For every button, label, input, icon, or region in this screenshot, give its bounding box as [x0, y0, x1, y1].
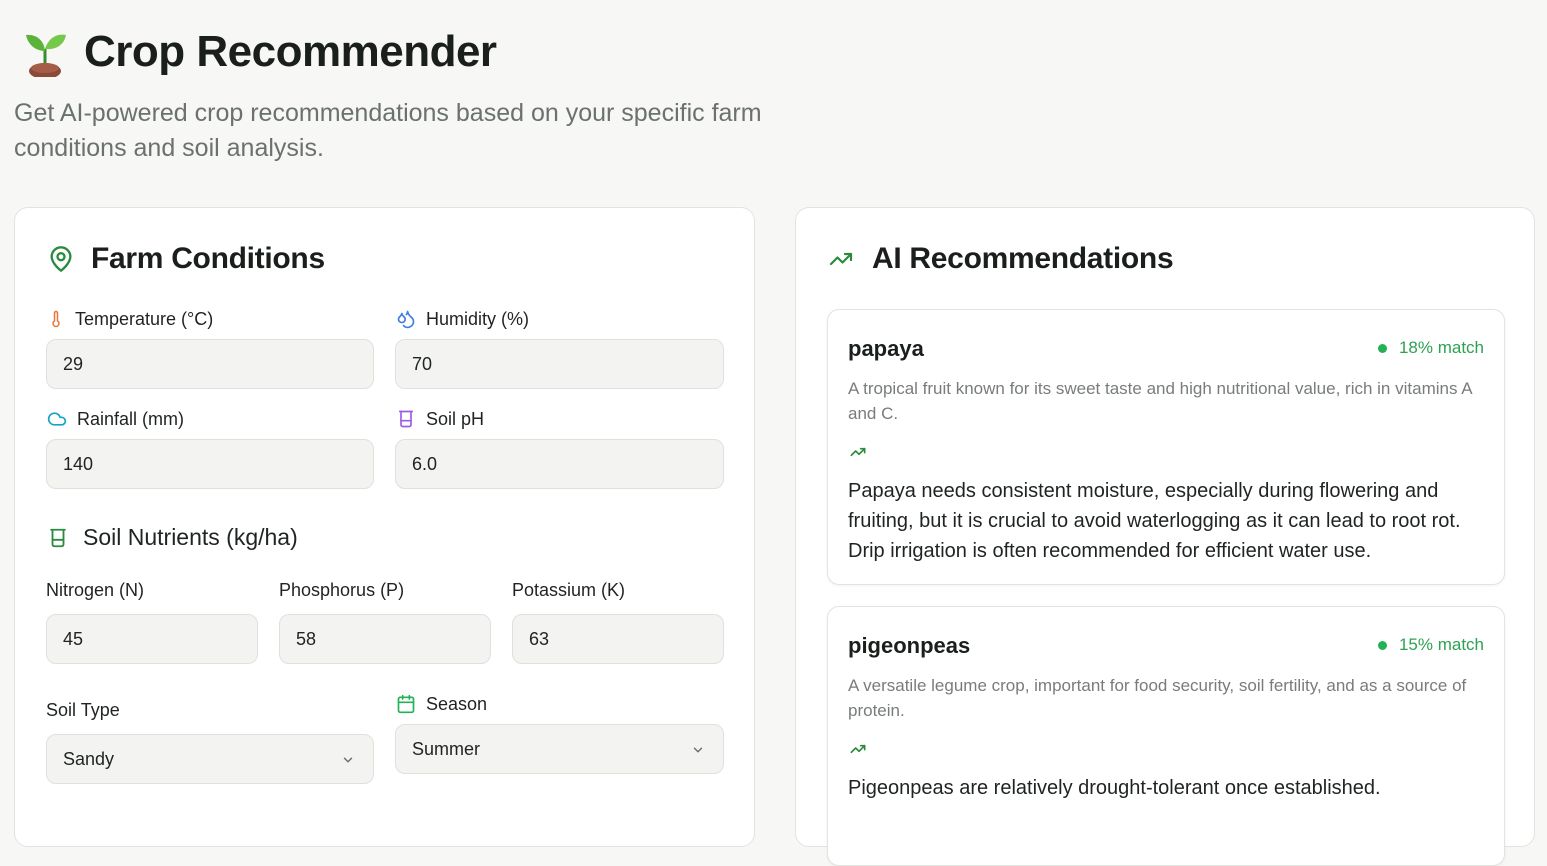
thermometer-icon [52, 310, 60, 328]
crop-name: papaya [848, 336, 924, 361]
match-dot [1377, 343, 1387, 353]
soil-type-select[interactable]: Sandy [46, 734, 374, 784]
recommendation-card[interactable]: pigeonpeas 15% match A versatile legume … [827, 606, 1505, 866]
beaker-icon [50, 528, 66, 547]
soil-type-value: Sandy [63, 748, 115, 769]
nitrogen-label: Nitrogen (N) [46, 579, 145, 600]
match-dot [1377, 640, 1387, 650]
ai-recommendations-card: AI Recommendations papaya 18% match A tr… [795, 207, 1535, 866]
match-badge: 18% match [1377, 338, 1484, 358]
phosphorus-label: Phosphorus (P) [279, 579, 405, 600]
humidity-input[interactable]: 70 [395, 339, 724, 389]
potassium-label: Potassium (K) [512, 579, 626, 600]
cloud-icon [47, 412, 67, 426]
page-header: Crop Recommender Get AI-powered crop rec… [14, 24, 914, 166]
rainfall-input[interactable]: 140 [46, 439, 374, 489]
beaker-icon [398, 410, 414, 428]
trending-up-icon [850, 447, 866, 457]
soil-ph-input[interactable]: 6.0 [395, 439, 724, 489]
crop-description: A versatile legume crop, important for f… [848, 676, 1467, 720]
season-value: Summer [412, 738, 481, 759]
nitrogen-input[interactable]: 45 [46, 614, 258, 664]
droplets-icon [397, 310, 415, 329]
farm-conditions-card: Farm Conditions Temperature (°C) 29 Humi… [14, 207, 755, 847]
temperature-input[interactable]: 29 [46, 339, 374, 389]
season-label: Season [396, 692, 487, 716]
calendar-icon [397, 694, 415, 714]
season-select[interactable]: Summer [395, 724, 724, 774]
chevron-down-icon [343, 757, 353, 763]
soil-ph-label: Soil pH [396, 407, 484, 431]
page-title: Crop Recommender [84, 27, 497, 76]
title-row: Crop Recommender [14, 24, 914, 80]
farm-conditions-heading: Farm Conditions [47, 242, 325, 276]
crop-detail: Pigeonpeas are relatively drought-tolera… [848, 777, 1381, 799]
humidity-label: Humidity (%) [396, 307, 529, 331]
seedling-icon [26, 34, 66, 77]
chevron-down-icon [693, 747, 703, 753]
temperature-label: Temperature (°C) [47, 307, 213, 331]
rainfall-label: Rainfall (mm) [47, 407, 184, 431]
page-subtitle: Get AI-powered crop recommendations base… [14, 99, 762, 162]
crop-detail: Papaya needs consistent moisture, especi… [848, 480, 1461, 562]
map-pin-icon [50, 246, 72, 272]
crop-name: pigeonpeas [848, 633, 971, 658]
trending-up-icon [850, 744, 866, 754]
trending-up-icon [829, 252, 853, 266]
farm-conditions-title: Farm Conditions [91, 242, 325, 275]
phosphorus-input[interactable]: 58 [279, 614, 491, 664]
crop-description: A tropical fruit known for its sweet tas… [848, 379, 1472, 423]
ai-recommendations-heading: AI Recommendations [826, 242, 1174, 276]
soil-type-label: Soil Type [46, 699, 120, 720]
soil-nutrients-heading: Soil Nutrients (kg/ha) [47, 524, 298, 551]
ai-recommendations-title: AI Recommendations [872, 242, 1174, 275]
recommendation-card[interactable]: papaya 18% match A tropical fruit known … [827, 309, 1505, 585]
match-badge: 15% match [1377, 635, 1484, 655]
potassium-input[interactable]: 63 [512, 614, 724, 664]
